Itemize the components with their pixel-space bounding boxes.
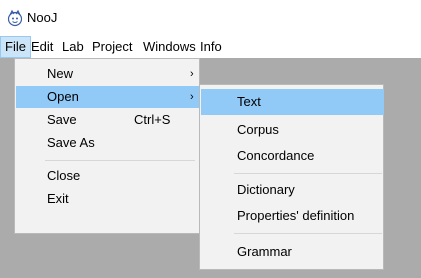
submenu-item-text[interactable]: Text [201, 89, 384, 115]
menu-item-new[interactable]: New › [16, 63, 200, 85]
menu-item-label: Exit [47, 191, 69, 206]
window-title: NooJ [27, 10, 58, 25]
menu-separator [45, 160, 195, 161]
submenu-item-grammar[interactable]: Grammar [201, 239, 384, 265]
submenu-item-properties-definition[interactable]: Properties' definition [201, 203, 384, 229]
submenu-item-dictionary[interactable]: Dictionary [201, 177, 384, 203]
menu-item-close[interactable]: Close [16, 165, 200, 187]
menu-item-label: Open [47, 89, 79, 104]
file-menu-dropdown: New › Open › Save Ctrl+S Save As Close E… [14, 58, 200, 234]
menu-windows[interactable]: Windows [139, 36, 200, 58]
submenu-item-label: Concordance [237, 148, 315, 163]
menu-item-label: Save [47, 112, 77, 127]
submenu-item-corpus[interactable]: Corpus [201, 117, 384, 143]
menu-info[interactable]: Info [196, 36, 226, 58]
submenu-item-label: Properties' definition [237, 208, 355, 223]
submenu-item-label: Corpus [237, 122, 279, 137]
menu-item-save-as[interactable]: Save As [16, 132, 200, 154]
menu-item-save[interactable]: Save Ctrl+S [16, 109, 200, 131]
menu-separator [234, 233, 382, 234]
chevron-right-icon: › [190, 91, 194, 103]
open-submenu-dropdown: Text Corpus Concordance Dictionary Prope… [199, 84, 384, 270]
menu-lab[interactable]: Lab [58, 36, 88, 58]
submenu-item-concordance[interactable]: Concordance [201, 143, 384, 169]
menu-item-shortcut: Ctrl+S [134, 112, 171, 127]
submenu-item-label: Dictionary [237, 182, 295, 197]
menu-separator [234, 173, 382, 174]
menu-item-label: Save As [47, 135, 95, 150]
menu-project[interactable]: Project [88, 36, 136, 58]
menu-edit[interactable]: Edit [27, 36, 57, 58]
menu-item-label: New [47, 66, 74, 81]
submenu-item-label: Text [237, 94, 261, 109]
menu-bar: File Edit Lab Project Windows Info [0, 36, 421, 58]
menu-item-label: Close [47, 168, 81, 183]
title-bar: NooJ [0, 0, 421, 36]
chevron-right-icon: › [190, 68, 194, 80]
submenu-item-label: Grammar [237, 244, 292, 259]
menu-item-exit[interactable]: Exit [16, 188, 200, 210]
menu-item-open[interactable]: Open › [16, 86, 200, 108]
nooj-app-icon [7, 9, 23, 27]
